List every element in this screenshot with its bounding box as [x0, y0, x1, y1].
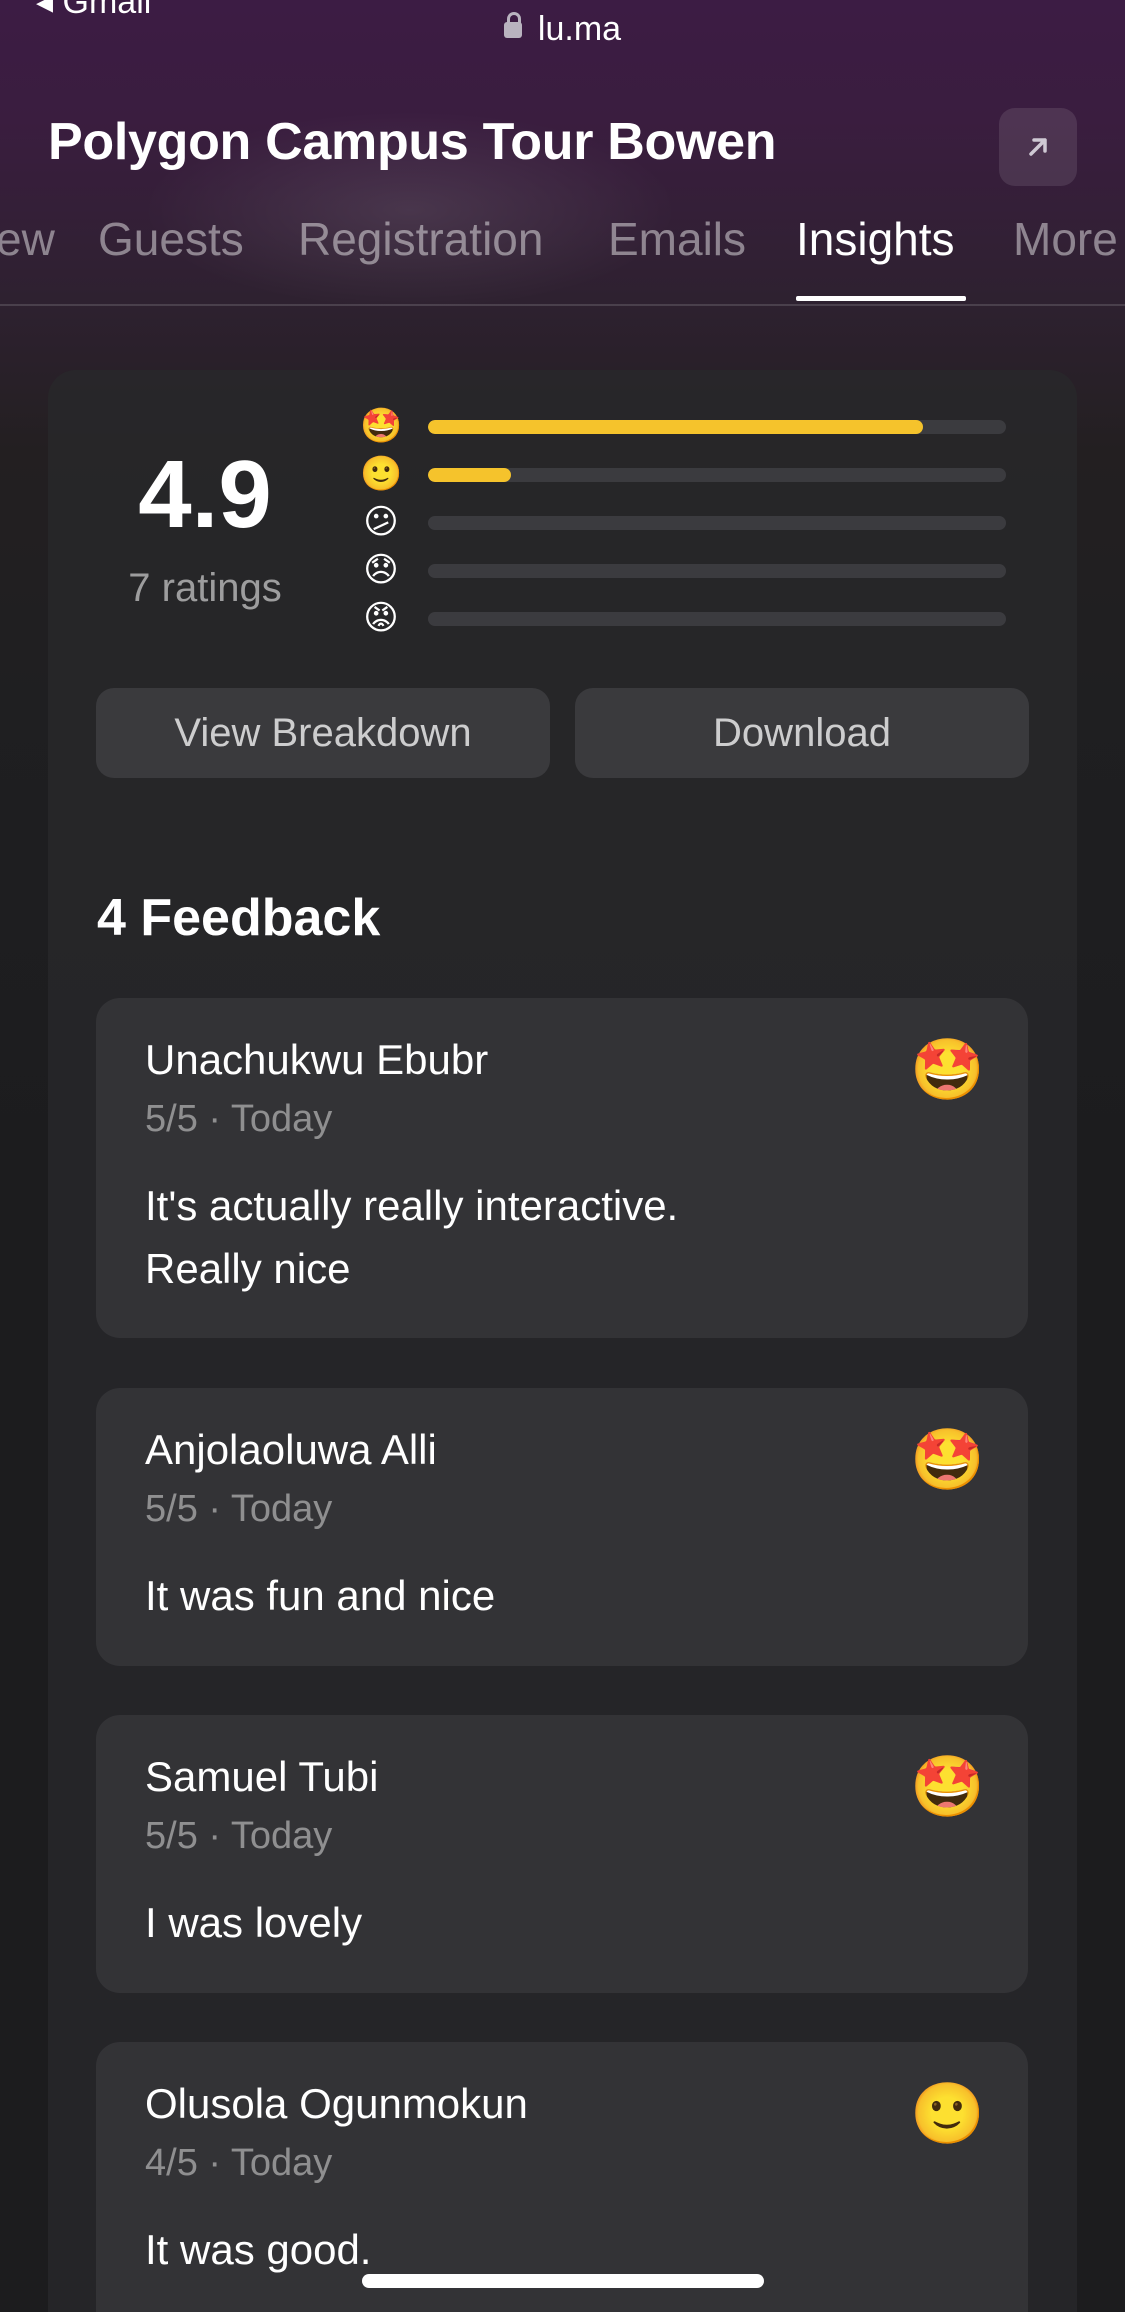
rating-bar-track: [428, 612, 1006, 626]
feedback-author: Unachukwu Ebubr: [145, 1036, 489, 1083]
rating-bar-fill: [428, 468, 511, 482]
rating-row-5: 🤩: [360, 405, 1010, 449]
tab-insights[interactable]: Insights: [796, 212, 955, 266]
rating-bar-track: [428, 468, 1006, 482]
active-tab-indicator: [796, 296, 966, 301]
feedback-meta: 5/5 · Today: [145, 1815, 333, 1857]
star-struck-face-icon: 🤩: [910, 1425, 985, 1495]
star-struck-face-icon: 🤩: [910, 1752, 985, 1822]
feedback-author: Samuel Tubi: [145, 1753, 379, 1800]
arrow-up-right-icon: [1029, 138, 1047, 156]
rating-row-4: 🙂: [360, 453, 1010, 497]
tab-guests[interactable]: Guests: [98, 212, 244, 266]
insights-card: [48, 370, 1077, 2312]
average-rating: 4.9: [138, 441, 272, 548]
feedback-card: Unachukwu Ebubr 5/5 · Today It's actuall…: [96, 998, 1028, 1338]
tab-emails[interactable]: Emails: [608, 212, 746, 266]
rating-bar-track: [428, 420, 1006, 434]
url-bar[interactable]: lu.ma: [0, 10, 1125, 49]
feedback-heading: 4 Feedback: [97, 889, 381, 947]
rating-bar-track: [428, 516, 1006, 530]
angry-face-icon: 😡: [363, 598, 399, 638]
rating-bar-track: [428, 564, 1006, 578]
url-text: lu.ma: [537, 10, 622, 48]
feedback-card: Samuel Tubi 5/5 · Today I was lovely 🤩: [96, 1715, 1028, 1993]
feedback-text: It was good.: [145, 2226, 372, 2273]
feedback-meta: 5/5 · Today: [145, 1098, 333, 1140]
disappointed-face-icon: 😞: [363, 550, 399, 590]
event-title: Polygon Campus Tour Bowen: [48, 113, 777, 171]
tab-more[interactable]: More: [1013, 212, 1118, 266]
feedback-author: Anjolaoluwa Alli: [145, 1426, 437, 1473]
feedback-meta: 4/5 · Today: [145, 2142, 333, 2184]
app-screen: ◂ Gmail lu.ma Polygon Campus Tour Bowen …: [0, 0, 1125, 2312]
star-struck-face-icon: 🤩: [360, 406, 403, 446]
feedback-text: It's actually really interactive. Really…: [145, 1182, 679, 1292]
feedback-card: Anjolaoluwa Alli 5/5 · Today It was fun …: [96, 1388, 1028, 1666]
confused-face-icon: 😕: [363, 502, 399, 542]
tab-bar: ew Guests Registration Emails Insights M…: [0, 208, 1125, 306]
slightly-smiling-face-icon: 🙂: [910, 2079, 985, 2149]
lock-icon: [503, 12, 522, 38]
rating-row-2: 😞: [360, 549, 1010, 593]
slightly-smiling-face-icon: 🙂: [360, 454, 403, 494]
home-indicator: [362, 2274, 764, 2288]
share-button[interactable]: [999, 108, 1077, 186]
feedback-meta: 5/5 · Today: [145, 1488, 333, 1530]
ratings-count: 7 ratings: [128, 566, 282, 610]
feedback-text: I was lovely: [145, 1899, 363, 1946]
feedback-card: Olusola Ogunmokun 4/5 · Today It was goo…: [96, 2042, 1028, 2312]
feedback-author: Olusola Ogunmokun: [145, 2080, 528, 2127]
rating-bar-fill: [428, 420, 924, 434]
tab-overview[interactable]: ew: [0, 212, 55, 266]
star-struck-face-icon: 🤩: [910, 1035, 985, 1105]
rating-row-1: 😡: [360, 597, 1010, 641]
download-button[interactable]: Download: [575, 688, 1029, 778]
feedback-text: It was fun and nice: [145, 1572, 496, 1619]
rating-row-3: 😕: [360, 501, 1010, 545]
tab-registration[interactable]: Registration: [298, 212, 543, 266]
view-breakdown-button[interactable]: View Breakdown: [96, 688, 550, 778]
